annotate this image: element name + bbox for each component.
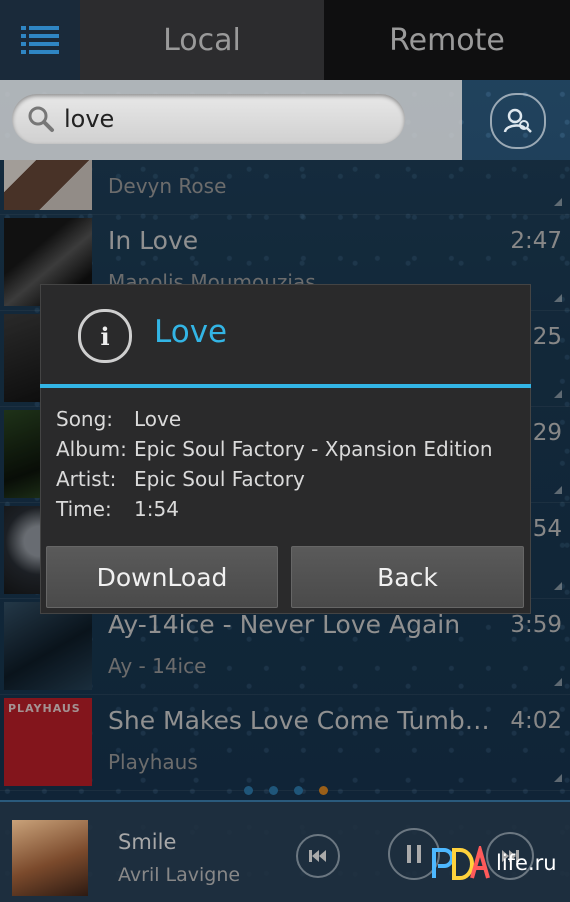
dialog-header: i Love — [40, 284, 531, 388]
dialog-buttons: DownLoad Back — [46, 546, 525, 608]
dialog-title: Love — [154, 314, 228, 350]
info-row-song: Song: Love — [56, 404, 493, 434]
now-playing-album-art[interactable] — [12, 820, 88, 896]
search-row: love — [0, 80, 570, 160]
back-button-label: Back — [377, 562, 438, 592]
top-bar: Local Remote — [0, 0, 570, 80]
previous-icon — [309, 850, 326, 862]
info-value: Love — [134, 407, 182, 431]
back-button[interactable]: Back — [291, 546, 524, 608]
dialog-body: Song: Love Album: Epic Soul Factory - Xp… — [56, 404, 493, 524]
now-playing-title: Smile — [118, 830, 177, 854]
info-label: Album: — [56, 437, 127, 461]
info-row-album: Album: Epic Soul Factory - Xpansion Edit… — [56, 434, 493, 464]
tab-remote-label: Remote — [389, 22, 505, 58]
search-people-button[interactable] — [490, 93, 546, 149]
download-button-label: DownLoad — [96, 562, 228, 592]
tab-remote[interactable]: Remote — [324, 0, 570, 80]
now-playing-artist: Avril Lavigne — [118, 864, 241, 886]
info-value: Epic Soul Factory — [134, 467, 305, 491]
pause-icon — [407, 845, 421, 863]
search-icon — [28, 106, 54, 132]
info-value: 1:54 — [134, 497, 179, 521]
song-info-dialog: i Love Song: Love Album: Epic Soul Facto… — [40, 284, 531, 614]
pda-logo-icon — [432, 846, 490, 880]
tab-local[interactable]: Local — [80, 0, 324, 80]
watermark-text: life.ru — [496, 851, 557, 875]
info-label: Song: — [56, 407, 114, 431]
list-menu-icon — [21, 26, 59, 54]
info-row-time: Time: 1:54 — [56, 494, 493, 524]
info-icon: i — [78, 309, 132, 363]
info-label: Time: — [56, 497, 112, 521]
info-row-artist: Artist: Epic Soul Factory — [56, 464, 493, 494]
download-button[interactable]: DownLoad — [46, 546, 278, 608]
now-playing-bar: Smile Avril Lavigne life.ru — [0, 800, 570, 902]
tab-local-label: Local — [163, 22, 241, 58]
info-value: Epic Soul Factory - Xpansion Edition — [134, 437, 493, 461]
previous-button[interactable] — [296, 834, 340, 878]
info-label: Artist: — [56, 467, 117, 491]
menu-button[interactable] — [0, 0, 80, 80]
search-input[interactable]: love — [12, 94, 405, 144]
watermark: life.ru — [432, 846, 557, 880]
person-search-icon — [503, 108, 532, 133]
search-query: love — [64, 105, 115, 133]
